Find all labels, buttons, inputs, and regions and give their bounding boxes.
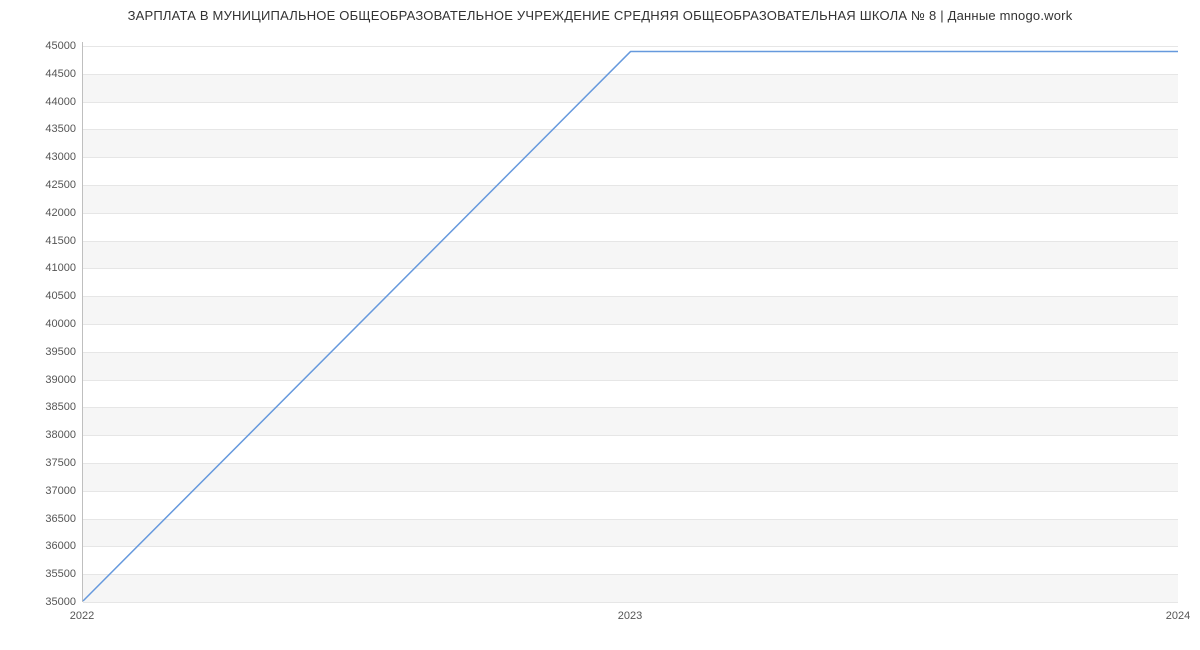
y-gridline [83,602,1178,603]
y-tick-label: 38500 [16,401,76,413]
y-tick-label: 40000 [16,318,76,330]
series-line [83,52,1178,601]
y-tick-label: 43000 [16,151,76,163]
x-tick-label: 2023 [618,610,642,622]
y-tick-label: 36000 [16,540,76,552]
y-tick-label: 42500 [16,179,76,191]
y-tick-label: 41000 [16,262,76,274]
y-tick-label: 38000 [16,429,76,441]
chart-container: ЗАРПЛАТА В МУНИЦИПАЛЬНОЕ ОБЩЕОБРАЗОВАТЕЛ… [0,0,1200,650]
y-tick-label: 41500 [16,235,76,247]
y-tick-label: 37000 [16,485,76,497]
y-tick-label: 45000 [16,40,76,52]
x-tick-label: 2022 [70,610,94,622]
y-tick-label: 42000 [16,207,76,219]
chart-title: ЗАРПЛАТА В МУНИЦИПАЛЬНОЕ ОБЩЕОБРАЗОВАТЕЛ… [0,8,1200,23]
x-tick-label: 2024 [1166,610,1190,622]
y-tick-label: 39000 [16,374,76,386]
y-tick-label: 35500 [16,568,76,580]
y-tick-label: 44000 [16,96,76,108]
y-tick-label: 43500 [16,123,76,135]
plot-area [82,42,1178,602]
y-tick-label: 39500 [16,346,76,358]
y-tick-label: 37500 [16,457,76,469]
y-tick-label: 35000 [16,596,76,608]
y-tick-label: 44500 [16,68,76,80]
line-layer [83,42,1178,601]
y-tick-label: 36500 [16,513,76,525]
y-tick-label: 40500 [16,290,76,302]
